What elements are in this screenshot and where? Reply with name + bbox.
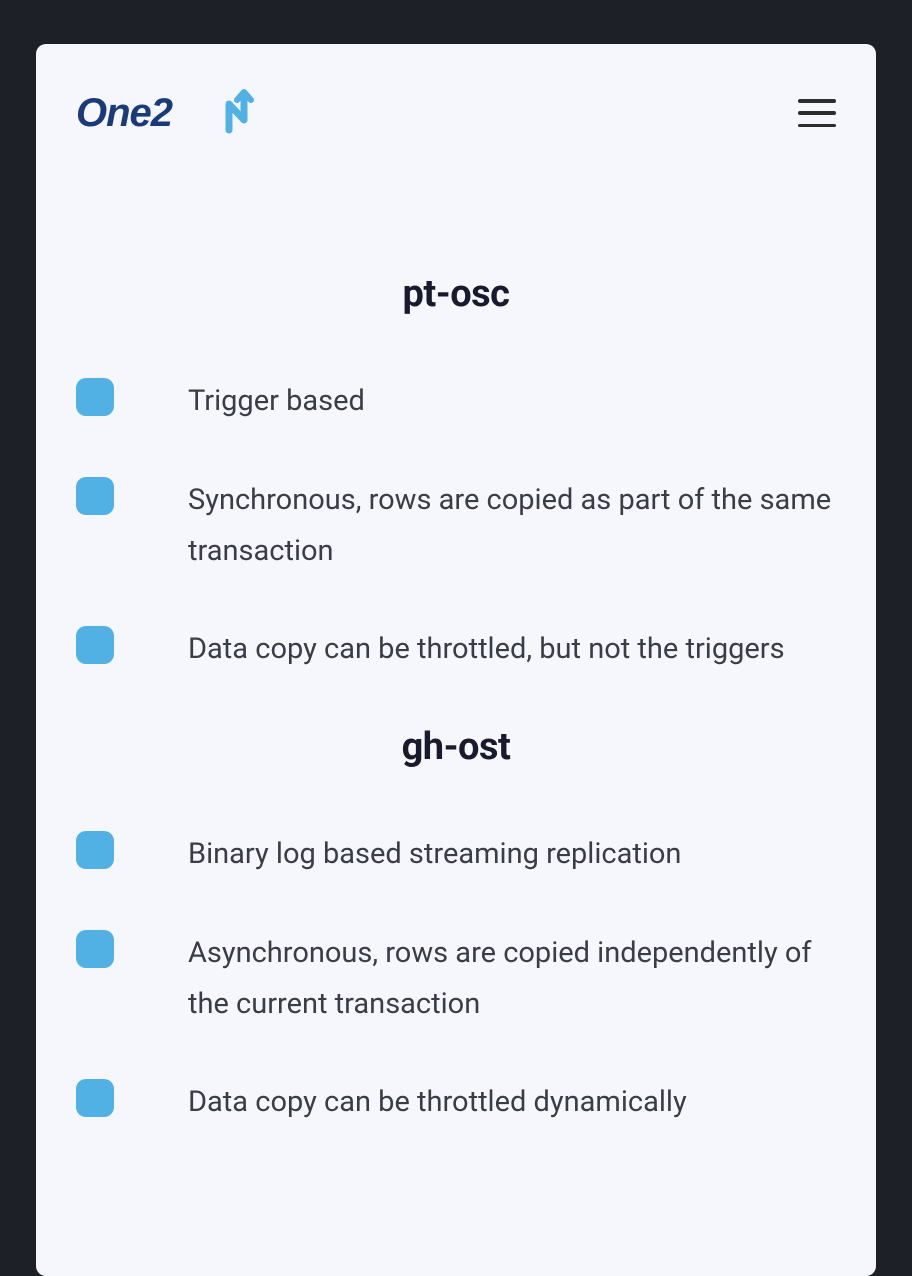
one2n-logo-icon: One2 xyxy=(76,84,274,142)
list-item: Asynchronous, rows are copied independen… xyxy=(76,928,836,1030)
bullet-icon xyxy=(76,930,114,968)
item-text: Synchronous, rows are copied as part of … xyxy=(188,475,836,577)
hamburger-icon xyxy=(798,124,836,128)
list-item: Binary log based streaming replication xyxy=(76,829,836,880)
item-text: Data copy can be throttled, but not the … xyxy=(188,624,785,675)
item-text: Data copy can be throttled dynamically xyxy=(188,1077,687,1128)
brand-logo[interactable]: One2 xyxy=(76,84,274,142)
hamburger-icon xyxy=(798,99,836,103)
bullet-icon xyxy=(76,1079,114,1117)
hamburger-icon xyxy=(798,111,836,115)
item-text: Trigger based xyxy=(188,376,365,427)
section-heading: gh-ost xyxy=(76,725,836,769)
list-item: Data copy can be throttled, but not the … xyxy=(76,624,836,675)
svg-text:One2: One2 xyxy=(76,91,173,135)
menu-button[interactable] xyxy=(798,99,836,127)
content-card: One2 pt-osc Trigger based Synchronous, r… xyxy=(36,44,876,1276)
list-item: Data copy can be throttled dynamically xyxy=(76,1077,836,1128)
item-text: Asynchronous, rows are copied independen… xyxy=(188,928,836,1030)
item-text: Binary log based streaming replication xyxy=(188,829,681,880)
bullet-icon xyxy=(76,477,114,515)
bullet-icon xyxy=(76,626,114,664)
bullet-icon xyxy=(76,378,114,416)
feature-list: Binary log based streaming replication A… xyxy=(76,829,836,1128)
header: One2 xyxy=(76,84,836,142)
feature-list: Trigger based Synchronous, rows are copi… xyxy=(76,376,836,675)
list-item: Synchronous, rows are copied as part of … xyxy=(76,475,836,577)
bullet-icon xyxy=(76,831,114,869)
list-item: Trigger based xyxy=(76,376,836,427)
section-heading: pt-osc xyxy=(76,272,836,316)
